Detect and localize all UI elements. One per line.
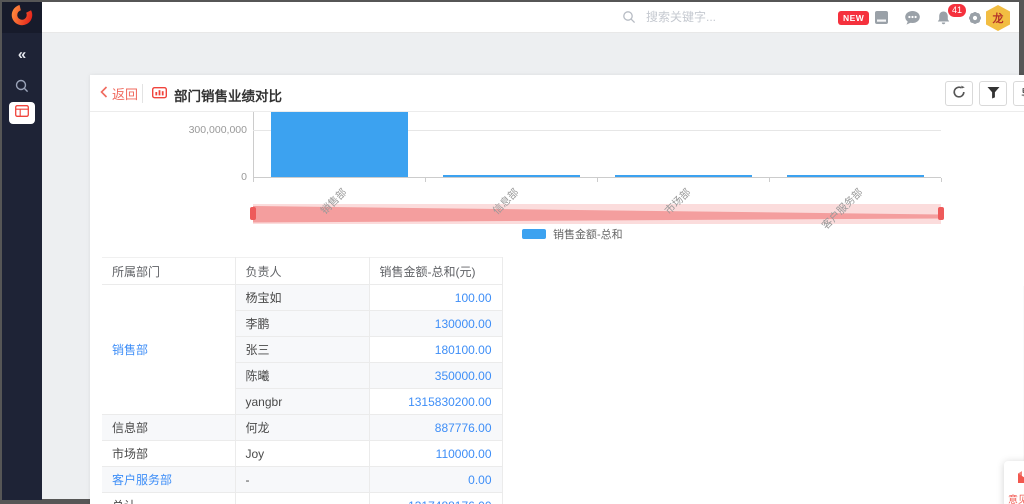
chart-bar[interactable] [271,112,408,177]
datazoom-handle-left[interactable] [250,207,256,220]
table-row: 总计 1317488176.00 [102,493,502,504]
chat-icon[interactable] [904,10,921,31]
table-row: 市场部Joy110000.00 [102,441,502,467]
legend-item[interactable]: 销售金额-总和 [522,226,623,242]
refresh-icon [952,85,966,102]
app-window: « NEW [0,0,1024,504]
y-axis-label: 300,000,000 [147,124,247,136]
report-active-icon [15,104,29,122]
dept-cell: 市场部 [102,441,235,467]
notebook-icon[interactable] [874,10,889,30]
back-label: 返回 [112,84,138,103]
avatar[interactable]: 龙 [986,5,1010,31]
summary-table: 所属部门负责人销售金额-总和(元) 销售部杨宝如100.00李鹏130000.0… [102,257,503,504]
amount-value[interactable]: 350000.00 [369,363,502,389]
report-header: 返回 部门销售业绩对比 [90,75,1024,112]
sidebar-item-report-active[interactable] [9,102,35,124]
table-row: 信息部何龙887776.00 [102,415,502,441]
sidebar-collapse-button[interactable]: « [2,46,42,63]
person-cell: yangbr [235,389,369,415]
gear-icon[interactable] [967,10,983,31]
chart-bar[interactable] [787,175,924,177]
logo-c-icon [10,3,34,32]
top-navbar: NEW 41 龙 [42,2,1019,33]
amount-value[interactable]: 1317488176.00 [369,493,502,504]
person-cell: 李鹏 [235,311,369,337]
back-button[interactable]: 返回 [100,84,138,103]
legend-label: 销售金额-总和 [553,226,623,242]
feedback-button[interactable]: 意见反馈 [1004,461,1024,504]
report-icon [152,87,167,105]
notification-count-badge: 41 [948,4,966,17]
axis-tick [597,178,598,182]
legend-swatch [522,229,546,239]
person-cell: 陈曦 [235,363,369,389]
filter-icon [987,86,1000,102]
amount-value[interactable]: 110000.00 [369,441,502,467]
datazoom-handle-right[interactable] [938,207,944,220]
amount-value[interactable]: 130000.00 [369,311,502,337]
dept-link[interactable]: 销售部 [102,285,235,415]
table-row: 客户服务部-0.00 [102,467,502,493]
amount-value[interactable]: 180100.00 [369,337,502,363]
sidebar-item-search[interactable] [2,78,42,99]
table-row: 销售部杨宝如100.00 [102,285,502,311]
chart-bar[interactable] [615,175,752,177]
sidebar: « [2,2,42,500]
column-header: 所属部门 [102,258,235,285]
person-cell: 杨宝如 [235,285,369,311]
column-header: 销售金额-总和(元) [369,258,502,285]
amount-value[interactable]: 0.00 [369,467,502,493]
axis-tick [769,178,770,182]
feedback-label: 意见反馈 [1004,491,1024,504]
person-cell [235,493,369,504]
envelope-icon [1004,466,1024,490]
app-logo[interactable] [2,2,42,33]
amount-value[interactable]: 1315830200.00 [369,389,502,415]
axis-tick [425,178,426,182]
export-button[interactable]: 导出 [1013,81,1024,106]
y-axis-line [253,112,254,177]
amount-value[interactable]: 887776.00 [369,415,502,441]
column-header: 负责人 [235,258,369,285]
person-cell: Joy [235,441,369,467]
axis-tick [253,178,254,182]
search-input[interactable] [644,7,834,27]
amount-value[interactable]: 100.00 [369,285,502,311]
chart-bar[interactable] [443,175,580,177]
header-divider [142,84,143,103]
axis-tick [941,178,942,182]
search-icon [14,78,30,99]
filter-button[interactable] [979,81,1007,106]
back-chevron-icon [100,86,108,101]
page-background: 返回 部门销售业绩对比 [42,33,1019,499]
collapse-icon: « [18,46,26,63]
report-card: 返回 部门销售业绩对比 [90,75,1024,504]
person-cell: 张三 [235,337,369,363]
dept-cell: 信息部 [102,415,235,441]
person-cell: - [235,467,369,493]
refresh-button[interactable] [945,81,973,106]
y-axis-label: 0 [147,171,247,183]
dept-link[interactable]: 客户服务部 [102,467,235,493]
page-title: 部门销售业绩对比 [174,85,282,105]
search-icon [622,10,636,29]
new-badge[interactable]: NEW [838,11,869,25]
person-cell: 何龙 [235,415,369,441]
dept-cell: 总计 [102,493,235,504]
